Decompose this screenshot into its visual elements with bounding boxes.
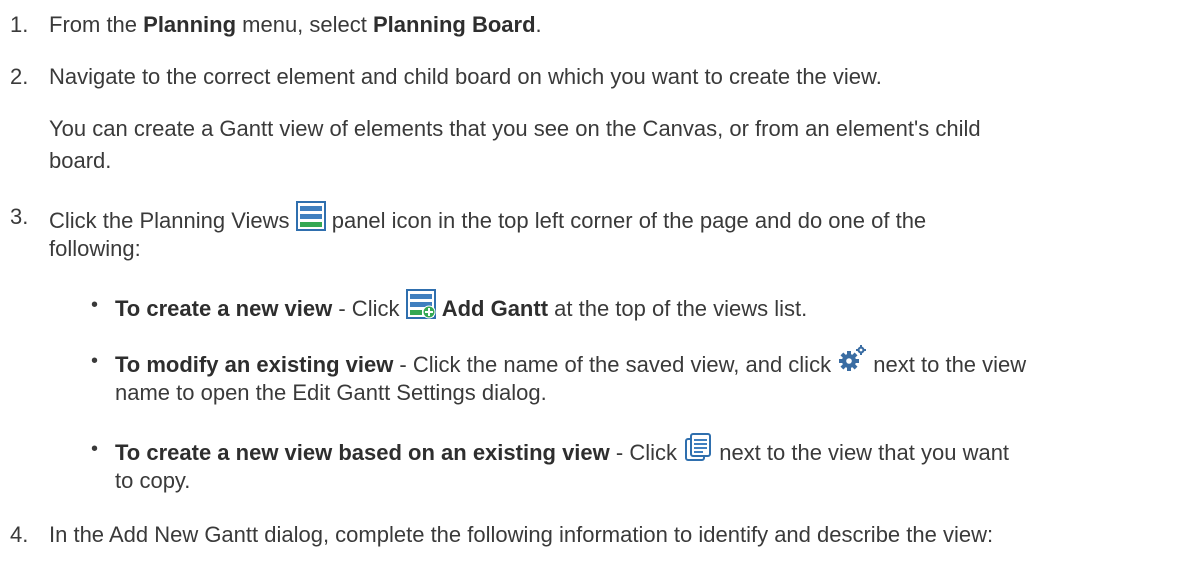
step-number: 1.: [10, 12, 29, 37]
step-text: From the: [49, 12, 144, 37]
add-gantt-icon: [405, 289, 436, 325]
bullet-title: To modify an existing view: [115, 351, 394, 377]
bullet-text: next to the view that you want: [713, 439, 1010, 465]
step-text: following:: [49, 236, 141, 261]
bullet-marker: •: [91, 438, 99, 460]
bullet-text: - Click the name of the saved view, and …: [393, 351, 838, 377]
step-text: Click the Planning Views: [49, 207, 296, 233]
menu-item-name: Planning Board: [372, 12, 536, 37]
step-text: In the Add New Gantt dialog, complete th…: [49, 522, 994, 547]
bullet-text: name to open the Edit Gantt Settings dia…: [115, 380, 547, 405]
instructions-document: 1. From the Planning menu, select Planni…: [0, 0, 1184, 569]
add-gantt-label: Add Gantt: [441, 295, 549, 321]
step-text: .: [535, 12, 542, 37]
planning-views-icon: [295, 201, 326, 237]
menu-name: Planning: [143, 12, 237, 37]
step-text: panel icon in the top left corner of the…: [325, 207, 927, 233]
gear-icon: [837, 344, 867, 380]
step-number: 4.: [10, 522, 29, 547]
bullet-title: To create a new view: [115, 295, 333, 321]
bullet-text: next to the view: [867, 351, 1027, 377]
step-number: 2.: [10, 64, 29, 89]
note-text-line-2: board.: [49, 148, 112, 173]
bullet-text: - Click: [609, 439, 684, 465]
bullet-text: - Click: [332, 295, 406, 321]
step-text: menu, select: [236, 12, 373, 37]
copy-view-icon: [683, 432, 713, 468]
bullet-title: To create a new view based on an existin…: [115, 439, 610, 465]
bullet-marker: •: [91, 294, 99, 316]
step-number: 3.: [10, 204, 29, 229]
step-text: Navigate to the correct element and chil…: [49, 64, 882, 89]
bullet-text: to copy.: [115, 468, 191, 493]
note-text-line-1: You can create a Gantt view of elements …: [49, 116, 981, 141]
bullet-marker: •: [91, 350, 99, 372]
bullet-text: at the top of the views list.: [548, 295, 808, 321]
